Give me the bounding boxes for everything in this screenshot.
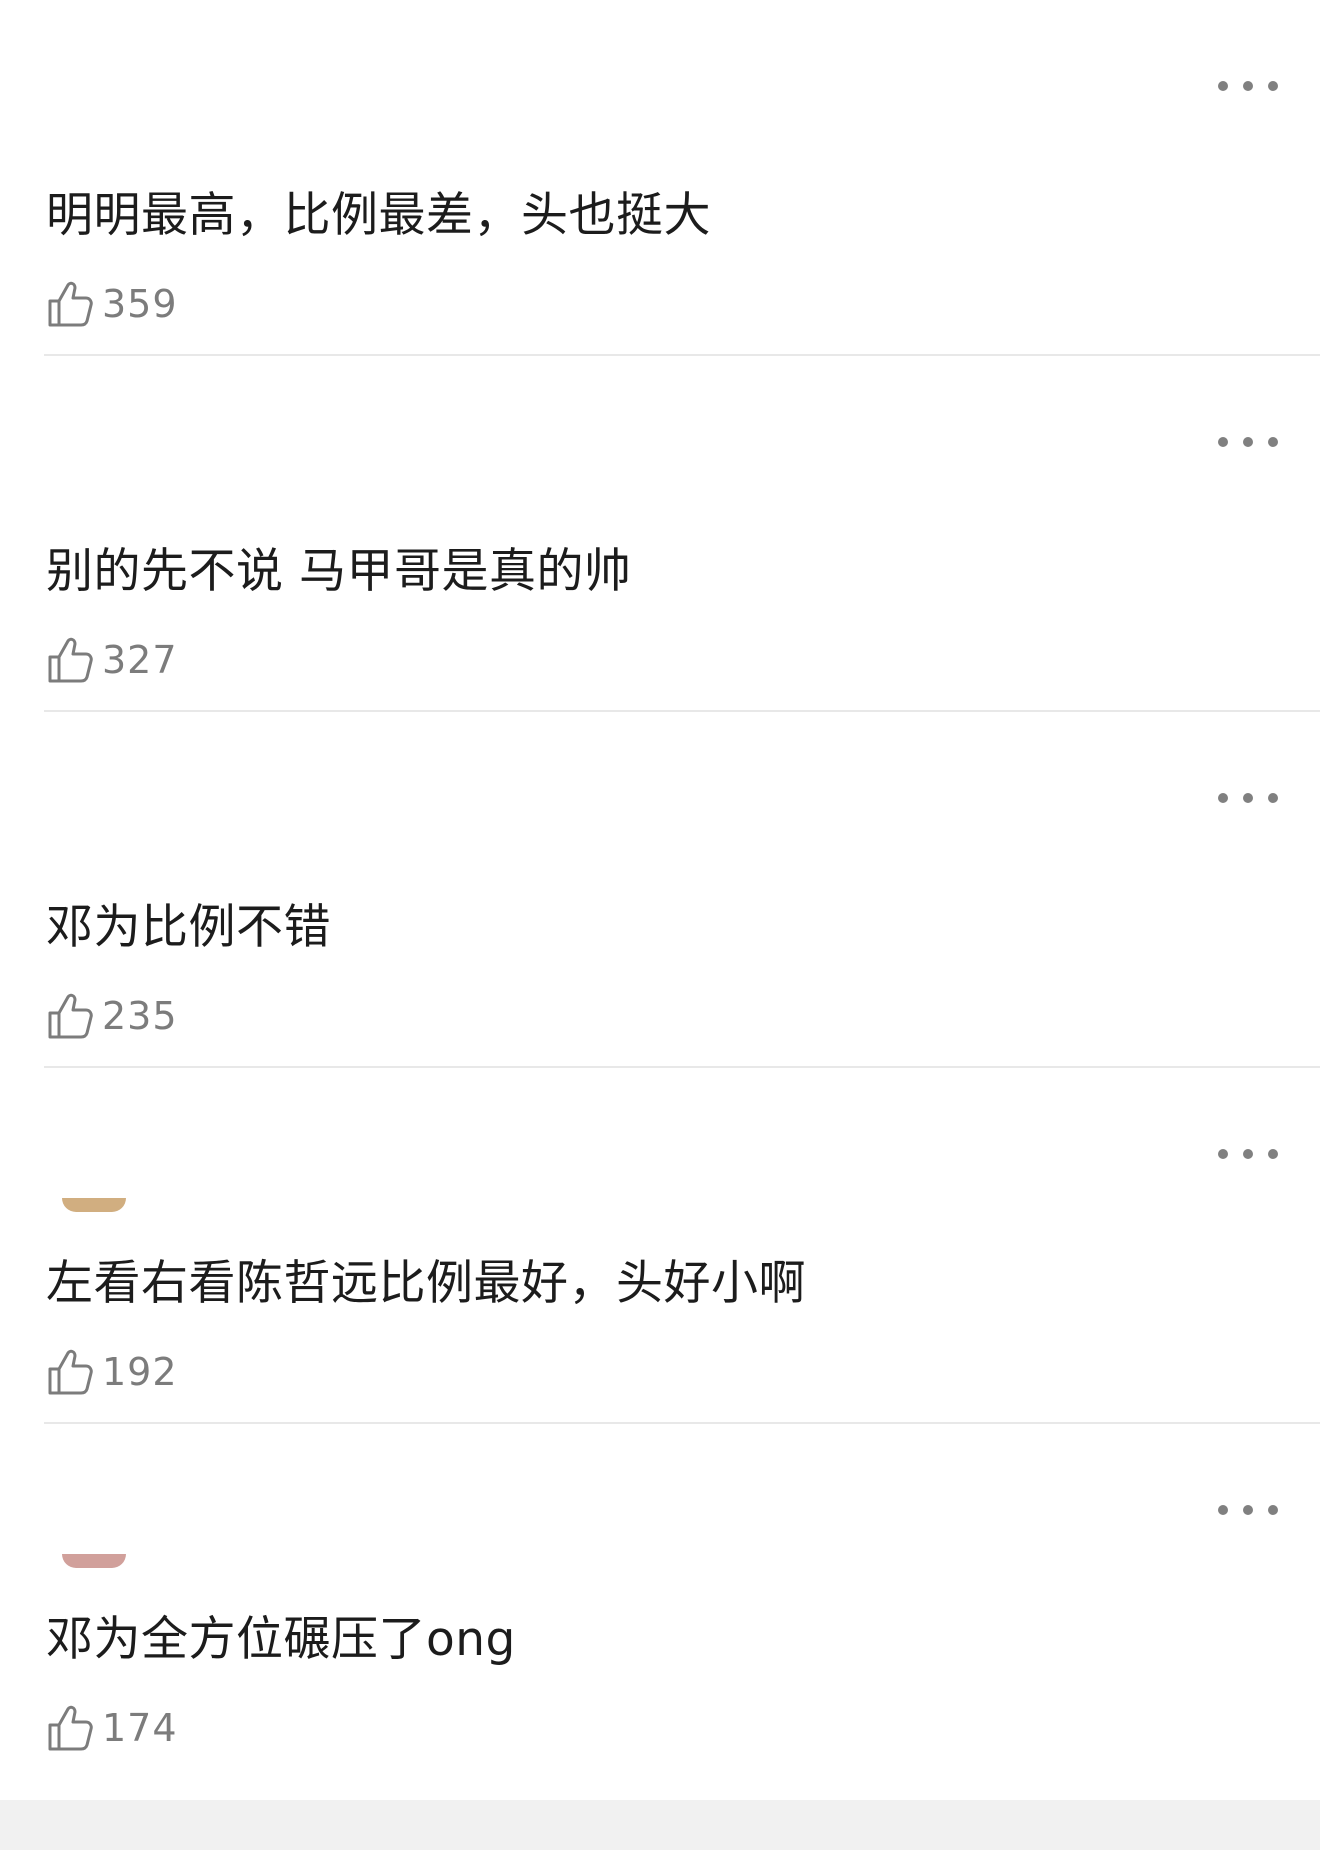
thumbs-up-icon xyxy=(48,281,93,327)
comment-item: 邓为比例不错 235 xyxy=(0,712,1320,1068)
more-dot xyxy=(1268,437,1278,447)
like-button[interactable]: 327 xyxy=(46,632,178,688)
more-dot xyxy=(1243,793,1253,803)
more-dots-icon xyxy=(1218,437,1228,447)
avatar xyxy=(62,1554,126,1568)
more-options-button[interactable] xyxy=(1218,1490,1278,1530)
like-count: 174 xyxy=(102,1706,178,1750)
like-count: 235 xyxy=(102,994,178,1038)
more-options-button[interactable] xyxy=(1218,1134,1278,1174)
comment-text: 明明最高，比例最差，头也挺大 xyxy=(46,188,711,243)
like-button[interactable]: 192 xyxy=(46,1344,178,1400)
comment-item: 左看右看陈哲远比例最好，头好小啊 192 xyxy=(0,1068,1320,1424)
more-dot xyxy=(1243,1149,1253,1159)
more-dot xyxy=(1243,81,1253,91)
more-dots-icon xyxy=(1218,1505,1228,1515)
more-options-button[interactable] xyxy=(1218,66,1278,106)
comment-item: 别的先不说 马甲哥是真的帅 327 xyxy=(0,356,1320,712)
more-dot xyxy=(1268,1149,1278,1159)
like-count: 359 xyxy=(102,282,178,326)
thumbs-up-icon xyxy=(48,637,93,683)
more-dot xyxy=(1268,793,1278,803)
more-options-button[interactable] xyxy=(1218,422,1278,462)
comment-item: 邓为全方位碾压了ong 174 xyxy=(0,1424,1320,1780)
thumbs-up-icon xyxy=(48,993,93,1039)
more-dots-icon xyxy=(1218,1149,1228,1159)
more-dot xyxy=(1268,81,1278,91)
comment-item: 明明最高，比例最差，头也挺大 359 xyxy=(0,0,1320,356)
like-button[interactable]: 359 xyxy=(46,276,178,332)
comment-text: 左看右看陈哲远比例最好，头好小啊 xyxy=(46,1256,806,1311)
comment-text: 别的先不说 马甲哥是真的帅 xyxy=(46,544,632,599)
like-count: 327 xyxy=(102,638,178,682)
more-dots-icon xyxy=(1218,81,1228,91)
footer-bar xyxy=(0,1800,1320,1850)
more-dot xyxy=(1268,1505,1278,1515)
thumbs-up-icon xyxy=(48,1349,93,1395)
comment-list: 明明最高，比例最差，头也挺大 359 别的先不说 马甲哥是真的帅 327 邓为比… xyxy=(0,0,1320,1780)
thumbs-up-icon xyxy=(48,1705,93,1751)
comment-text: 邓为全方位碾压了ong xyxy=(46,1612,516,1667)
more-dot xyxy=(1243,437,1253,447)
comment-text: 邓为比例不错 xyxy=(46,900,331,955)
avatar xyxy=(62,1198,126,1212)
more-options-button[interactable] xyxy=(1218,778,1278,818)
like-button[interactable]: 235 xyxy=(46,988,178,1044)
more-dot xyxy=(1243,1505,1253,1515)
like-count: 192 xyxy=(102,1350,178,1394)
more-dots-icon xyxy=(1218,793,1228,803)
like-button[interactable]: 174 xyxy=(46,1700,178,1756)
